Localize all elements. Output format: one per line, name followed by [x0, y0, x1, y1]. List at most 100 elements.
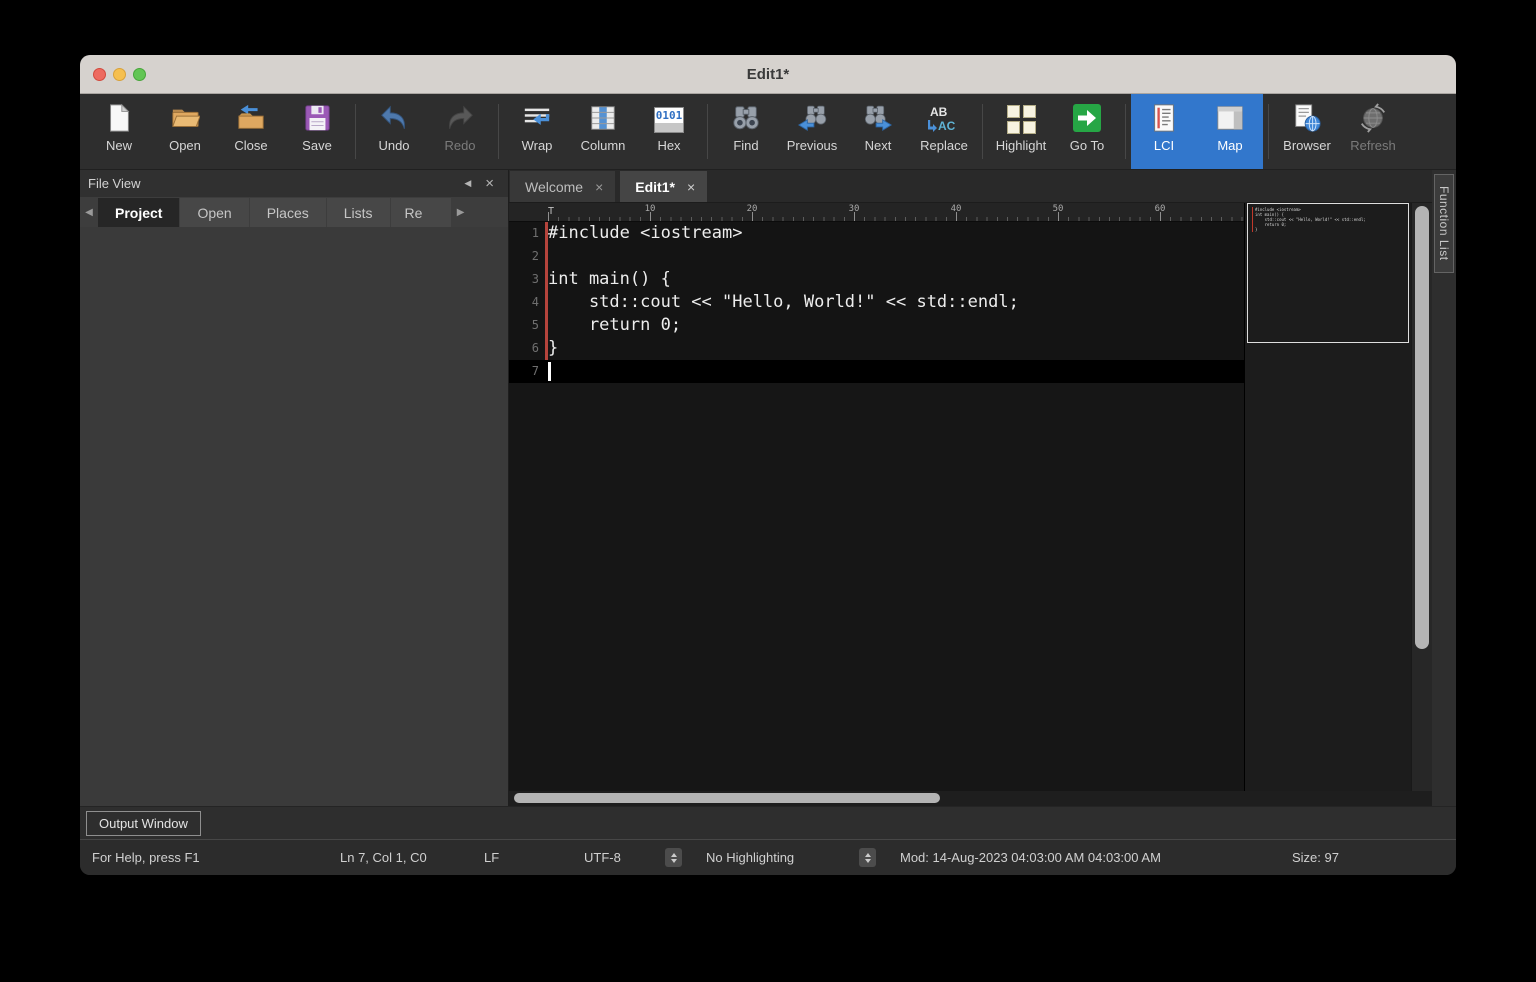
sidebar-tab-truncated[interactable]: Re	[391, 198, 451, 227]
find-next-icon	[861, 100, 895, 136]
vertical-scrollbar-thumb[interactable]	[1415, 206, 1429, 649]
wrap-button[interactable]: Wrap	[504, 94, 570, 169]
replace-button[interactable]: AB AC Replace	[911, 94, 977, 169]
redo-button: Redo	[427, 94, 493, 169]
status-modified-time: Mod: 14-Aug-2023 04:03:00 AM 04:03:00 AM	[888, 840, 1280, 875]
browser-document-icon	[1290, 100, 1324, 136]
find-button[interactable]: Find	[713, 94, 779, 169]
ruler: T 10 20 30 40 50 60	[509, 203, 1244, 222]
save-button[interactable]: Save	[284, 94, 350, 169]
horizontal-scrollbar-thumb[interactable]	[514, 793, 940, 803]
minimap[interactable]: #include <iostream> int main() { std::co…	[1244, 203, 1411, 791]
tabs-scroll-left-icon[interactable]: ◀	[80, 197, 98, 227]
status-help: For Help, press F1	[80, 840, 328, 875]
titlebar: Edit1*	[80, 55, 1456, 94]
code-line: 2	[509, 245, 1244, 268]
code-text: #include <iostream>	[548, 222, 742, 245]
tab-edit1[interactable]: Edit1* ×	[620, 171, 707, 202]
toolbar-label: Find	[733, 138, 758, 153]
toolbar-label: Next	[865, 138, 892, 153]
toolbar-label: New	[106, 138, 132, 153]
horizontal-scrollbar[interactable]	[509, 791, 1432, 806]
modified-marker	[545, 245, 548, 268]
status-highlighting-select[interactable]: No Highlighting	[694, 840, 888, 875]
column-button[interactable]: Column	[570, 94, 636, 169]
code-line: 5 return 0;	[509, 314, 1244, 337]
goto-button[interactable]: Go To	[1054, 94, 1120, 169]
toolbar-label: Previous	[787, 138, 838, 153]
tab-welcome[interactable]: Welcome ×	[510, 171, 615, 202]
hex-button[interactable]: 0101 Hex	[636, 94, 702, 169]
sidebar-tab-lists[interactable]: Lists	[327, 198, 390, 227]
toolbar-separator	[1125, 104, 1126, 159]
highlighting-stepper-icon[interactable]	[859, 848, 876, 867]
status-file-size: Size: 97	[1280, 840, 1412, 875]
desktop-background: Edit1* New Open Close	[0, 0, 1536, 982]
code-line: 3int main() {	[509, 268, 1244, 291]
editor-tabbar: Welcome × Edit1* ×	[509, 170, 1432, 203]
close-panel-icon[interactable]: ×	[485, 176, 494, 191]
collapse-panel-icon[interactable]: ◀	[464, 178, 471, 189]
editor-empty-area[interactable]	[509, 383, 1244, 791]
map-button[interactable]: Map	[1197, 94, 1263, 169]
horizontal-scrollbar-row	[509, 791, 1432, 806]
find-previous-button[interactable]: Previous	[779, 94, 845, 169]
goto-arrow-icon	[1070, 100, 1104, 136]
lci-button[interactable]: LCI	[1131, 94, 1197, 169]
minimap-viewport[interactable]: #include <iostream> int main() { std::co…	[1247, 203, 1409, 343]
line-number: 6	[509, 337, 545, 360]
line-number: 2	[509, 245, 545, 268]
encoding-stepper-icon[interactable]	[665, 848, 682, 867]
lci-document-icon	[1147, 100, 1181, 136]
output-window-tab[interactable]: Output Window	[86, 811, 201, 836]
function-list-tab[interactable]: Function List	[1434, 174, 1454, 273]
window-close-button[interactable]	[93, 68, 106, 81]
sidebar-tab-project[interactable]: Project	[98, 198, 179, 227]
map-panel-icon	[1213, 100, 1247, 136]
tabs-scroll-right-icon[interactable]: ▶	[452, 197, 470, 227]
sidebar-tab-label: Re	[405, 205, 423, 221]
toolbar-separator	[355, 104, 356, 159]
new-button[interactable]: New	[86, 94, 152, 169]
new-document-icon	[102, 100, 136, 136]
toolbar-label: Browser	[1283, 138, 1331, 153]
toolbar-label: Map	[1217, 138, 1242, 153]
line-number: 4	[509, 291, 545, 314]
code-lines: 1#include <iostream> 2 3int main() { 4 s…	[509, 222, 1244, 383]
line-number: 7	[509, 360, 545, 383]
window-minimize-button[interactable]	[113, 68, 126, 81]
undo-button[interactable]: Undo	[361, 94, 427, 169]
toolbar-label: Save	[302, 138, 332, 153]
toolbar-label: Redo	[444, 138, 475, 153]
close-folder-icon	[234, 100, 268, 136]
close-tab-icon[interactable]: ×	[687, 179, 695, 195]
hex-view-icon: 0101	[652, 100, 686, 136]
editor-region: Welcome × Edit1* × T	[509, 170, 1456, 806]
find-next-button[interactable]: Next	[845, 94, 911, 169]
sidebar-tab-places[interactable]: Places	[250, 198, 326, 227]
browser-button[interactable]: Browser	[1274, 94, 1340, 169]
column-mode-icon	[586, 100, 620, 136]
code-text: }	[548, 337, 558, 360]
toolbar-label: Refresh	[1350, 138, 1396, 153]
code-editor[interactable]: T 10 20 30 40 50 60	[509, 203, 1244, 791]
status-encoding-select[interactable]: UTF-8	[572, 840, 694, 875]
sidebar-tab-open[interactable]: Open	[180, 198, 248, 227]
function-list-label: Function List	[1437, 186, 1451, 261]
replace-icon: AB AC	[927, 100, 961, 136]
code-line-current: 7	[509, 360, 1244, 383]
open-button[interactable]: Open	[152, 94, 218, 169]
highlight-button[interactable]: Highlight	[988, 94, 1054, 169]
code-line: 6}	[509, 337, 1244, 360]
tab-label: Edit1*	[635, 179, 675, 195]
toolbar-label: Undo	[378, 138, 409, 153]
file-view-header: File View ◀ ×	[80, 170, 508, 197]
refresh-globe-icon	[1356, 100, 1390, 136]
vertical-scrollbar[interactable]	[1411, 203, 1432, 791]
window-zoom-button[interactable]	[133, 68, 146, 81]
close-tab-icon[interactable]: ×	[595, 179, 603, 195]
close-button[interactable]: Close	[218, 94, 284, 169]
save-floppy-icon	[300, 100, 334, 136]
status-line-ending: LF	[472, 840, 572, 875]
toolbar-label: Replace	[920, 138, 968, 153]
